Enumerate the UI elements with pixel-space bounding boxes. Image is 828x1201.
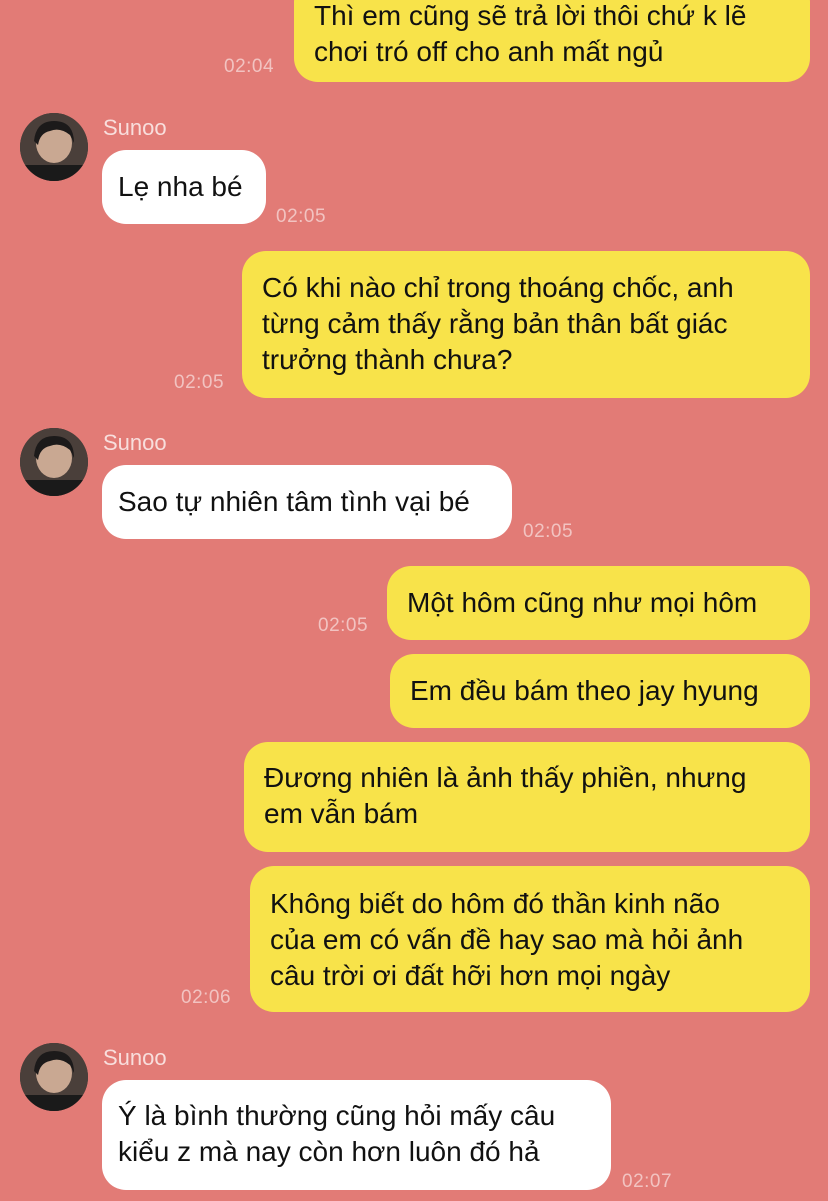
message-bubble-outgoing[interactable]: Em đều bám theo jay hyung (390, 654, 810, 728)
message-bubble-outgoing[interactable]: Không biết do hôm đó thần kinh não của e… (250, 866, 810, 1012)
profile-photo-icon (20, 428, 88, 496)
message-time: 02:07 (622, 1171, 673, 1192)
sender-name: Sunoo (103, 115, 167, 140)
message-time: 02:05 (174, 372, 225, 393)
message-bubble-incoming[interactable]: Lẹ nha bé (102, 150, 266, 224)
message-time: 02:05 (276, 206, 327, 227)
message-time: 02:05 (523, 521, 574, 542)
sunoo-avatar-icon[interactable] (20, 113, 88, 181)
message-bubble-outgoing[interactable]: Một hôm cũng như mọi hôm (387, 566, 810, 640)
profile-photo-icon (20, 113, 88, 181)
message-bubble-incoming[interactable]: Sao tự nhiên tâm tình vại bé (102, 465, 512, 539)
message-time: 02:06 (181, 987, 232, 1008)
profile-photo-icon (20, 1043, 88, 1111)
message-bubble-outgoing[interactable]: Đương nhiên là ảnh thấy phiền, nhưng em … (244, 742, 810, 852)
message-bubble-outgoing[interactable]: Có khi nào chỉ trong thoáng chốc, anh từ… (242, 251, 810, 398)
message-time: 02:05 (318, 615, 369, 636)
message-time: 02:04 (224, 56, 275, 77)
sender-name: Sunoo (103, 1045, 167, 1070)
message-bubble-incoming[interactable]: Ý là bình thường cũng hỏi mấy câu kiểu z… (102, 1080, 611, 1190)
message-bubble-outgoing[interactable]: Thì em cũng sẽ trả lời thôi chứ k lẽ chơ… (294, 0, 810, 82)
sunoo-avatar-icon[interactable] (20, 1043, 88, 1111)
sender-name: Sunoo (103, 430, 167, 455)
sunoo-avatar-icon[interactable] (20, 428, 88, 496)
